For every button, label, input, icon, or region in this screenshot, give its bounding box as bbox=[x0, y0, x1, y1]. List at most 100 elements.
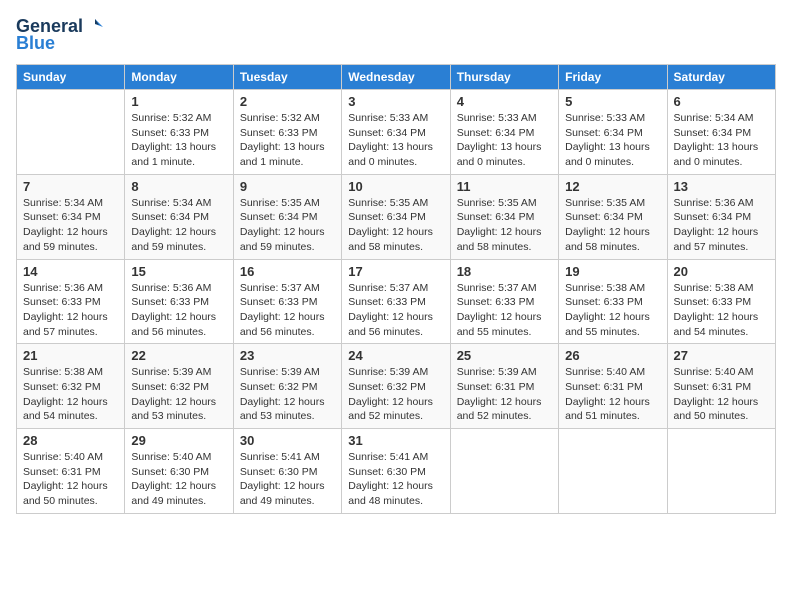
calendar-cell: 4 Sunrise: 5:33 AMSunset: 6:34 PMDaylight… bbox=[450, 90, 558, 175]
calendar-cell: 18 Sunrise: 5:37 AMSunset: 6:33 PMDayligh… bbox=[450, 259, 558, 344]
day-info: Sunrise: 5:41 AMSunset: 6:30 PMDaylight:… bbox=[240, 450, 335, 509]
calendar-cell: 11Sunrise: 5:35 AMSunset: 6:34 PMDayligh… bbox=[450, 174, 558, 259]
day-number: 30 bbox=[240, 433, 335, 448]
calendar-week-2: 7 Sunrise: 5:34 AMSunset: 6:34 PMDaylight… bbox=[17, 174, 776, 259]
calendar-cell bbox=[17, 90, 125, 175]
col-header-monday: Monday bbox=[125, 65, 233, 90]
calendar-cell: 17Sunrise: 5:37 AMSunset: 6:33 PMDayligh… bbox=[342, 259, 450, 344]
day-number: 7 bbox=[23, 179, 118, 194]
day-info: Sunrise: 5:40 AMSunset: 6:30 PMDaylight:… bbox=[131, 450, 226, 509]
day-info: Sunrise: 5:32 AMSunset: 6:33 PMDaylight:… bbox=[240, 111, 335, 170]
day-info: Sunrise: 5:34 AMSunset: 6:34 PMDaylight:… bbox=[131, 196, 226, 255]
day-info: Sunrise: 5:36 AMSunset: 6:34 PMDaylight:… bbox=[674, 196, 769, 255]
day-info: Sunrise: 5:37 AMSunset: 6:33 PMDaylight:… bbox=[240, 281, 335, 340]
day-number: 24 bbox=[348, 348, 443, 363]
day-info: Sunrise: 5:34 AMSunset: 6:34 PMDaylight:… bbox=[23, 196, 118, 255]
day-info: Sunrise: 5:36 AMSunset: 6:33 PMDaylight:… bbox=[131, 281, 226, 340]
calendar-cell: 16 Sunrise: 5:37 AMSunset: 6:33 PMDayligh… bbox=[233, 259, 341, 344]
day-number: 13 bbox=[674, 179, 769, 194]
col-header-thursday: Thursday bbox=[450, 65, 558, 90]
calendar-cell: 31 Sunrise: 5:41 AMSunset: 6:30 PMDayligh… bbox=[342, 429, 450, 514]
calendar-cell: 25Sunrise: 5:39 AMSunset: 6:31 PMDayligh… bbox=[450, 344, 558, 429]
calendar-cell: 1Sunrise: 5:32 AMSunset: 6:33 PMDaylight… bbox=[125, 90, 233, 175]
calendar-cell: 7 Sunrise: 5:34 AMSunset: 6:34 PMDaylight… bbox=[17, 174, 125, 259]
calendar-table: SundayMondayTuesdayWednesdayThursdayFrid… bbox=[16, 64, 776, 514]
calendar-cell: 21 Sunrise: 5:38 AMSunset: 6:32 PMDayligh… bbox=[17, 344, 125, 429]
day-number: 26 bbox=[565, 348, 660, 363]
calendar-cell: 5 Sunrise: 5:33 AMSunset: 6:34 PMDaylight… bbox=[559, 90, 667, 175]
day-number: 8 bbox=[131, 179, 226, 194]
day-number: 1 bbox=[131, 94, 226, 109]
logo-bird-icon bbox=[85, 17, 105, 37]
col-header-wednesday: Wednesday bbox=[342, 65, 450, 90]
day-info: Sunrise: 5:41 AMSunset: 6:30 PMDaylight:… bbox=[348, 450, 443, 509]
day-info: Sunrise: 5:33 AMSunset: 6:34 PMDaylight:… bbox=[348, 111, 443, 170]
day-number: 14 bbox=[23, 264, 118, 279]
day-info: Sunrise: 5:35 AMSunset: 6:34 PMDaylight:… bbox=[565, 196, 660, 255]
day-info: Sunrise: 5:38 AMSunset: 6:32 PMDaylight:… bbox=[23, 365, 118, 424]
day-info: Sunrise: 5:40 AMSunset: 6:31 PMDaylight:… bbox=[674, 365, 769, 424]
calendar-cell bbox=[559, 429, 667, 514]
logo-blue: Blue bbox=[16, 33, 55, 54]
page-header: General Blue bbox=[16, 16, 776, 54]
day-number: 3 bbox=[348, 94, 443, 109]
day-number: 27 bbox=[674, 348, 769, 363]
calendar-week-5: 28 Sunrise: 5:40 AMSunset: 6:31 PMDayligh… bbox=[17, 429, 776, 514]
day-info: Sunrise: 5:40 AMSunset: 6:31 PMDaylight:… bbox=[23, 450, 118, 509]
day-info: Sunrise: 5:34 AMSunset: 6:34 PMDaylight:… bbox=[674, 111, 769, 170]
calendar-cell: 12 Sunrise: 5:35 AMSunset: 6:34 PMDayligh… bbox=[559, 174, 667, 259]
col-header-saturday: Saturday bbox=[667, 65, 775, 90]
col-header-tuesday: Tuesday bbox=[233, 65, 341, 90]
day-info: Sunrise: 5:39 AMSunset: 6:32 PMDaylight:… bbox=[240, 365, 335, 424]
day-number: 19 bbox=[565, 264, 660, 279]
calendar-cell bbox=[667, 429, 775, 514]
day-info: Sunrise: 5:39 AMSunset: 6:32 PMDaylight:… bbox=[348, 365, 443, 424]
calendar-cell: 23Sunrise: 5:39 AMSunset: 6:32 PMDayligh… bbox=[233, 344, 341, 429]
day-number: 4 bbox=[457, 94, 552, 109]
calendar-cell: 30 Sunrise: 5:41 AMSunset: 6:30 PMDayligh… bbox=[233, 429, 341, 514]
day-info: Sunrise: 5:35 AMSunset: 6:34 PMDaylight:… bbox=[348, 196, 443, 255]
logo: General Blue bbox=[16, 16, 105, 54]
calendar-cell bbox=[450, 429, 558, 514]
day-info: Sunrise: 5:33 AMSunset: 6:34 PMDaylight:… bbox=[565, 111, 660, 170]
col-header-sunday: Sunday bbox=[17, 65, 125, 90]
calendar-cell: 27 Sunrise: 5:40 AMSunset: 6:31 PMDayligh… bbox=[667, 344, 775, 429]
day-info: Sunrise: 5:33 AMSunset: 6:34 PMDaylight:… bbox=[457, 111, 552, 170]
calendar-cell: 15Sunrise: 5:36 AMSunset: 6:33 PMDayligh… bbox=[125, 259, 233, 344]
day-number: 12 bbox=[565, 179, 660, 194]
day-number: 20 bbox=[674, 264, 769, 279]
day-number: 18 bbox=[457, 264, 552, 279]
day-number: 29 bbox=[131, 433, 226, 448]
day-info: Sunrise: 5:36 AMSunset: 6:33 PMDaylight:… bbox=[23, 281, 118, 340]
day-number: 2 bbox=[240, 94, 335, 109]
calendar-cell: 2 Sunrise: 5:32 AMSunset: 6:33 PMDaylight… bbox=[233, 90, 341, 175]
day-info: Sunrise: 5:37 AMSunset: 6:33 PMDaylight:… bbox=[457, 281, 552, 340]
day-number: 6 bbox=[674, 94, 769, 109]
day-number: 5 bbox=[565, 94, 660, 109]
day-number: 9 bbox=[240, 179, 335, 194]
col-header-friday: Friday bbox=[559, 65, 667, 90]
calendar-cell: 8 Sunrise: 5:34 AMSunset: 6:34 PMDaylight… bbox=[125, 174, 233, 259]
header-row: SundayMondayTuesdayWednesdayThursdayFrid… bbox=[17, 65, 776, 90]
day-number: 16 bbox=[240, 264, 335, 279]
day-number: 21 bbox=[23, 348, 118, 363]
calendar-cell: 26Sunrise: 5:40 AMSunset: 6:31 PMDayligh… bbox=[559, 344, 667, 429]
day-info: Sunrise: 5:35 AMSunset: 6:34 PMDaylight:… bbox=[240, 196, 335, 255]
calendar-cell: 20 Sunrise: 5:38 AMSunset: 6:33 PMDayligh… bbox=[667, 259, 775, 344]
calendar-cell: 10 Sunrise: 5:35 AMSunset: 6:34 PMDayligh… bbox=[342, 174, 450, 259]
calendar-cell: 29 Sunrise: 5:40 AMSunset: 6:30 PMDayligh… bbox=[125, 429, 233, 514]
day-info: Sunrise: 5:38 AMSunset: 6:33 PMDaylight:… bbox=[565, 281, 660, 340]
day-number: 11 bbox=[457, 179, 552, 194]
calendar-cell: 6 Sunrise: 5:34 AMSunset: 6:34 PMDaylight… bbox=[667, 90, 775, 175]
calendar-week-4: 21 Sunrise: 5:38 AMSunset: 6:32 PMDayligh… bbox=[17, 344, 776, 429]
day-info: Sunrise: 5:38 AMSunset: 6:33 PMDaylight:… bbox=[674, 281, 769, 340]
calendar-cell: 9 Sunrise: 5:35 AMSunset: 6:34 PMDaylight… bbox=[233, 174, 341, 259]
day-number: 31 bbox=[348, 433, 443, 448]
day-number: 10 bbox=[348, 179, 443, 194]
calendar-cell: 28 Sunrise: 5:40 AMSunset: 6:31 PMDayligh… bbox=[17, 429, 125, 514]
day-number: 22 bbox=[131, 348, 226, 363]
calendar-cell: 13 Sunrise: 5:36 AMSunset: 6:34 PMDayligh… bbox=[667, 174, 775, 259]
calendar-cell: 22Sunrise: 5:39 AMSunset: 6:32 PMDayligh… bbox=[125, 344, 233, 429]
day-info: Sunrise: 5:37 AMSunset: 6:33 PMDaylight:… bbox=[348, 281, 443, 340]
day-number: 28 bbox=[23, 433, 118, 448]
